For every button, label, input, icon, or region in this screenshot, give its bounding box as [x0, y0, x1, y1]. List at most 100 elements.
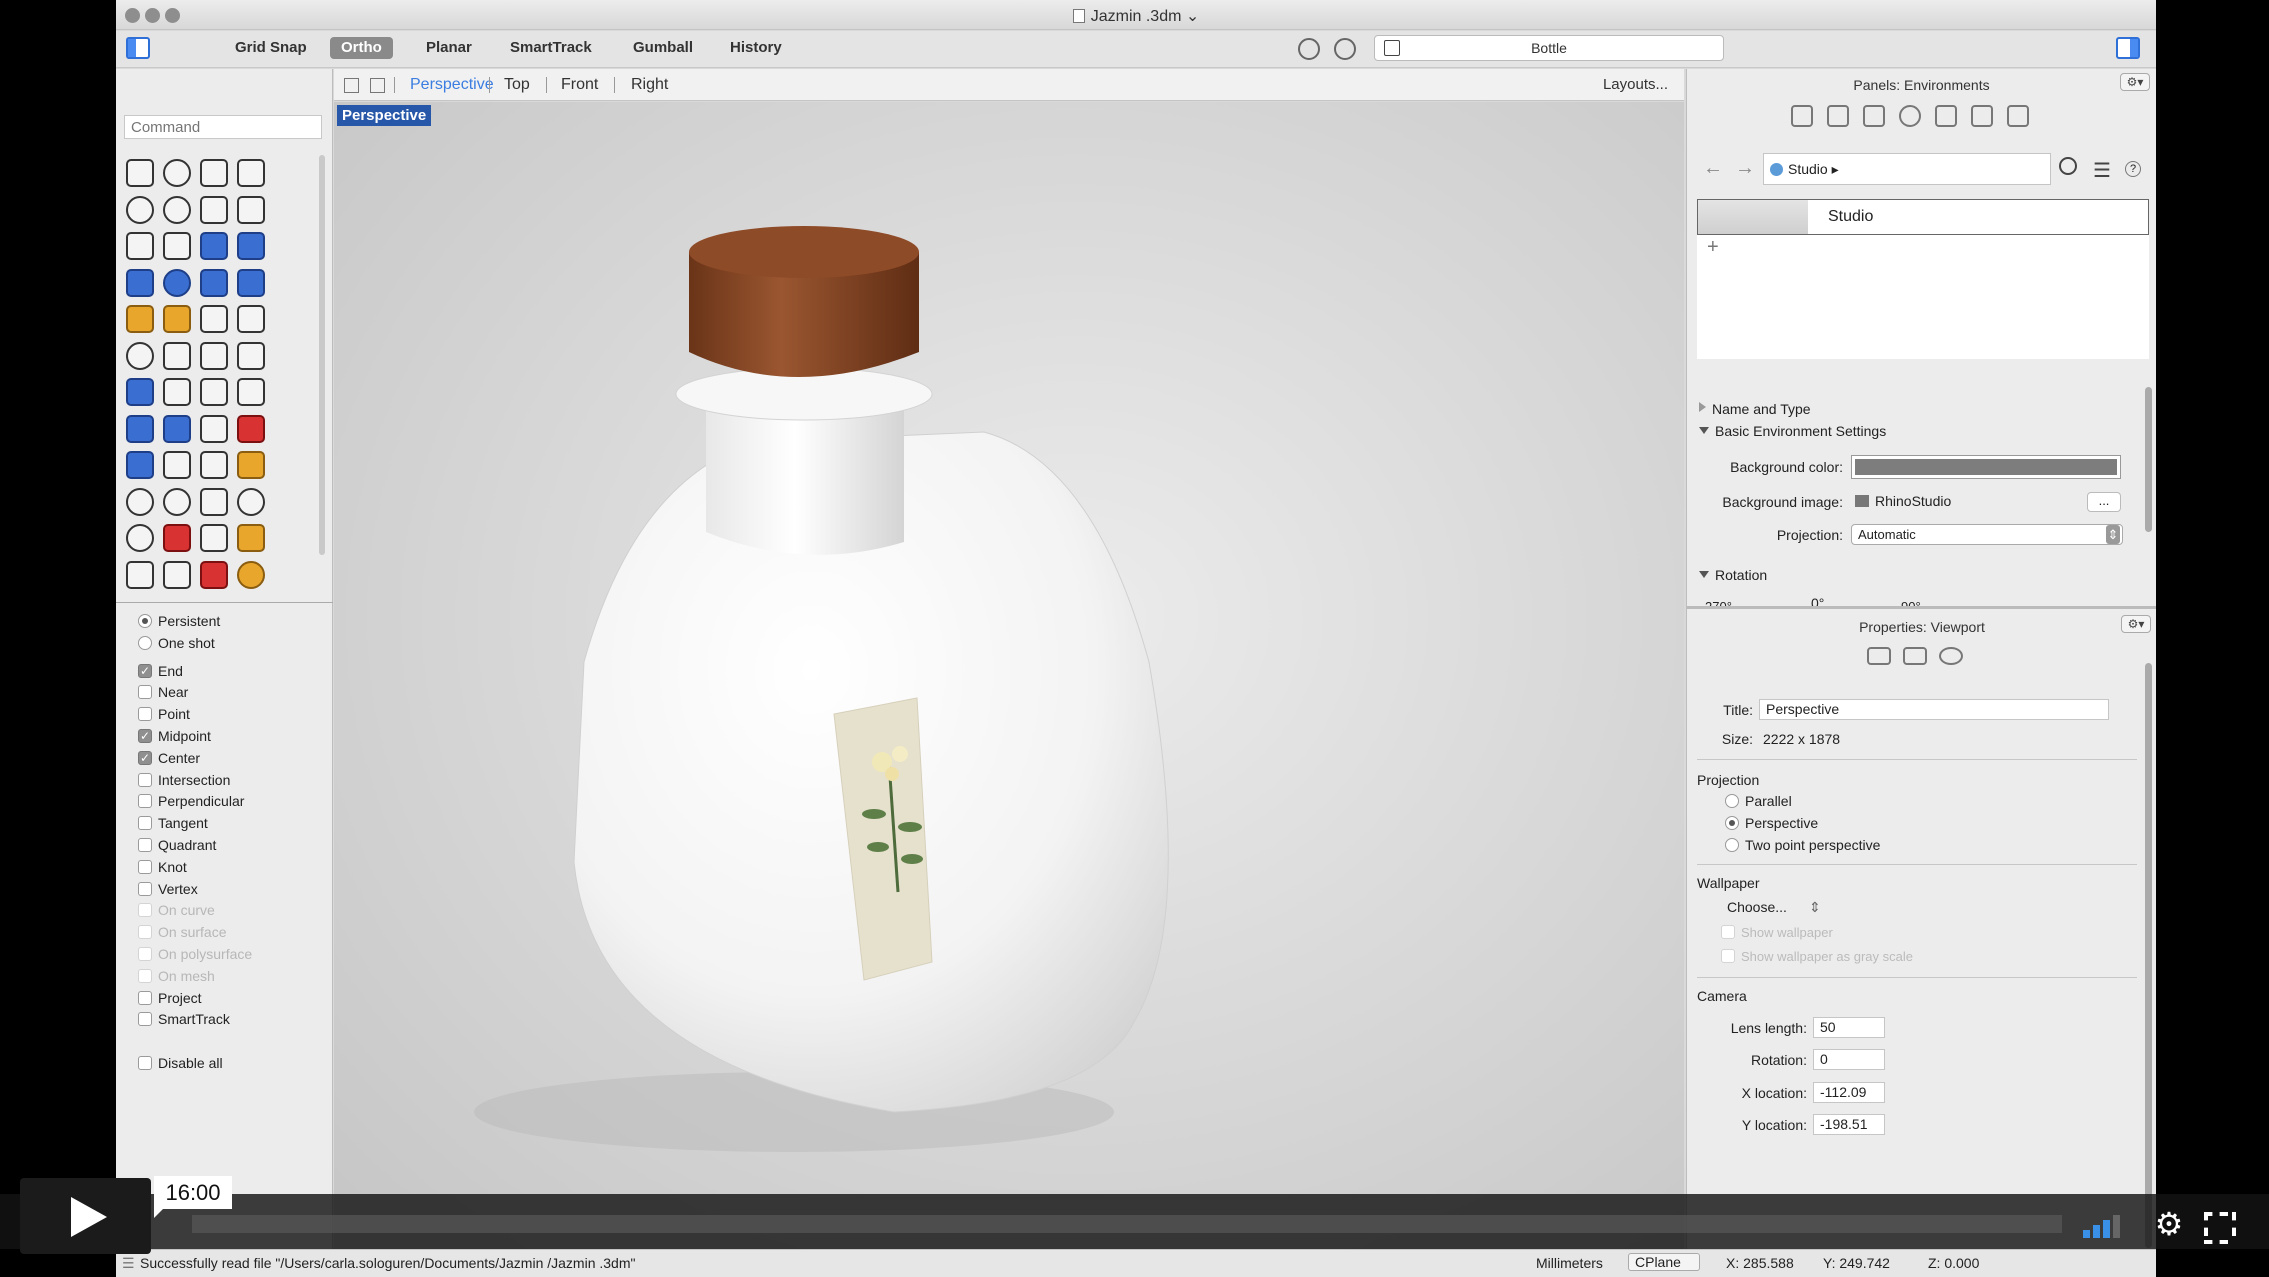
text-tool-icon[interactable]: [126, 378, 154, 406]
checkbox[interactable]: [138, 748, 152, 770]
move-tool-icon[interactable]: [163, 378, 191, 406]
osnap-item-near[interactable]: Near: [138, 682, 328, 704]
lock-tool-icon[interactable]: [163, 560, 191, 589]
layers-icon[interactable]: [1791, 105, 1813, 127]
viewport-icon[interactable]: [1903, 647, 1927, 665]
environment-breadcrumb[interactable]: Studio ▸: [1763, 153, 2051, 185]
surface-edit-tool-icon[interactable]: [237, 232, 265, 260]
boolean-tool-icon[interactable]: [237, 305, 265, 333]
checkbox[interactable]: [138, 726, 152, 748]
viewport-label[interactable]: Perspective: [337, 105, 432, 126]
fullscreen-icon[interactable]: [2204, 1212, 2228, 1236]
osnap-item-vertex[interactable]: Vertex: [138, 879, 328, 901]
material-tool-icon[interactable]: [200, 560, 228, 589]
persistent-radio[interactable]: [138, 614, 152, 628]
filter-icon[interactable]: [1334, 38, 1356, 60]
environments-icon[interactable]: [1899, 105, 1921, 127]
zoom-selected-tool-icon[interactable]: [237, 487, 265, 516]
title-chevron-icon[interactable]: ⌄: [1186, 8, 1199, 25]
osnap-item-project[interactable]: Project: [138, 988, 328, 1010]
arc-tool-icon[interactable]: [200, 195, 228, 224]
camera-tool-icon[interactable]: [163, 524, 191, 552]
checkbox[interactable]: [138, 881, 152, 896]
viewport-title-input[interactable]: Perspective: [1759, 699, 2109, 720]
radio-button[interactable]: [1725, 816, 1739, 830]
left-sidebar-toggle-icon[interactable]: [126, 37, 150, 59]
osnap-item-intersection[interactable]: Intersection: [138, 770, 328, 792]
extrude-tool-icon[interactable]: [200, 305, 228, 333]
checkbox[interactable]: [138, 1056, 152, 1071]
osnap-item-center[interactable]: Center: [138, 748, 328, 770]
record-history-icon[interactable]: [1298, 38, 1320, 60]
link-icon[interactable]: [1939, 647, 1963, 665]
tab-top[interactable]: Top: [504, 76, 530, 94]
command-history-icon[interactable]: ☰: [122, 1255, 135, 1272]
smarttrack-button[interactable]: SmartTrack: [499, 37, 603, 59]
light-tool-icon[interactable]: [126, 560, 154, 589]
camera-icon[interactable]: [1867, 647, 1891, 665]
polygon-tool-icon[interactable]: [126, 232, 154, 260]
video-progress-bar[interactable]: [192, 1215, 2062, 1233]
explode-tool-icon[interactable]: [163, 341, 191, 370]
forward-arrow-icon[interactable]: →: [1735, 157, 1755, 180]
tool-palette-scrollbar[interactable]: [319, 155, 325, 555]
rotate-tool-icon[interactable]: [237, 378, 265, 406]
command-input[interactable]: [124, 115, 322, 139]
y-location-input[interactable]: -198.51: [1813, 1114, 1885, 1135]
add-environment-button[interactable]: +: [1707, 236, 1719, 259]
mirror-tool-icon[interactable]: [163, 414, 191, 443]
lens-length-input[interactable]: 50: [1813, 1017, 1885, 1038]
zoom-tool-icon[interactable]: [126, 487, 154, 516]
named-view-tool-icon[interactable]: [200, 524, 228, 552]
properties-scrollbar[interactable]: [2145, 663, 2152, 1248]
check-tool-icon[interactable]: [163, 451, 191, 479]
gumball-button[interactable]: Gumball: [622, 37, 704, 59]
single-view-icon[interactable]: [370, 78, 385, 93]
textures-icon[interactable]: [1971, 105, 1993, 127]
osnap-mode-persistent[interactable]: Persistent: [138, 611, 328, 633]
checkbox[interactable]: [138, 707, 152, 722]
circle-tool-icon[interactable]: [126, 195, 154, 224]
history-button[interactable]: History: [719, 37, 793, 59]
right-sidebar-toggle-icon[interactable]: [2116, 37, 2140, 59]
wallpaper-choose-select[interactable]: Choose... ⇕: [1727, 899, 1821, 916]
camera-rotation-input[interactable]: 0: [1813, 1049, 1885, 1070]
files-icon[interactable]: [2007, 105, 2029, 127]
ellipse-tool-icon[interactable]: [163, 195, 191, 224]
projection-parallel-option[interactable]: Parallel: [1725, 793, 1792, 809]
join-tool-icon[interactable]: [126, 341, 154, 370]
dimension-tool-icon[interactable]: [237, 414, 265, 443]
name-and-type-section[interactable]: Name and Type: [1699, 401, 1811, 417]
checkbox[interactable]: [138, 1012, 152, 1027]
zoom-extents-tool-icon[interactable]: [200, 487, 228, 516]
rectangle-tool-icon[interactable]: [237, 195, 265, 224]
back-arrow-icon[interactable]: ←: [1703, 157, 1723, 180]
projection-two-point-option[interactable]: Two point perspective: [1725, 837, 1880, 853]
curve-tool-icon[interactable]: [237, 159, 265, 187]
rotate-view-tool-icon[interactable]: [126, 524, 154, 552]
settings-gear-icon[interactable]: ⚙: [2153, 1208, 2185, 1240]
sphere-tool-icon[interactable]: [163, 268, 191, 297]
environments-scrollbar[interactable]: [2145, 387, 2152, 532]
scale-tool-icon[interactable]: [126, 414, 154, 443]
properties-gear-icon[interactable]: ⚙▾: [2121, 615, 2151, 633]
x-location-input[interactable]: -112.09: [1813, 1082, 1885, 1103]
layout-tool-icon[interactable]: [237, 524, 265, 552]
panel-gear-icon[interactable]: ⚙▾: [2120, 73, 2150, 91]
play-button[interactable]: [20, 1178, 151, 1254]
render-tool-icon[interactable]: [200, 451, 228, 479]
zoom-window-tool-icon[interactable]: [163, 487, 191, 516]
cplane-select[interactable]: CPlane: [1628, 1253, 1700, 1271]
point-tool-icon[interactable]: [163, 159, 191, 187]
help-icon[interactable]: ?: [2125, 161, 2141, 177]
osnap-item-smarttrack[interactable]: SmartTrack: [138, 1009, 328, 1031]
osnap-item-point[interactable]: Point: [138, 704, 328, 726]
layouts-button[interactable]: Layouts...: [1603, 76, 1668, 93]
color-wheel-tool-icon[interactable]: [237, 560, 265, 589]
osnap-item-perpendicular[interactable]: Perpendicular: [138, 791, 328, 813]
analyze-tool-icon[interactable]: [126, 451, 154, 479]
osnap-item-knot[interactable]: Knot: [138, 857, 328, 879]
checkbox[interactable]: [138, 859, 152, 874]
sweep-tool-icon[interactable]: [163, 305, 191, 333]
ground-plane-icon[interactable]: [1935, 105, 1957, 127]
